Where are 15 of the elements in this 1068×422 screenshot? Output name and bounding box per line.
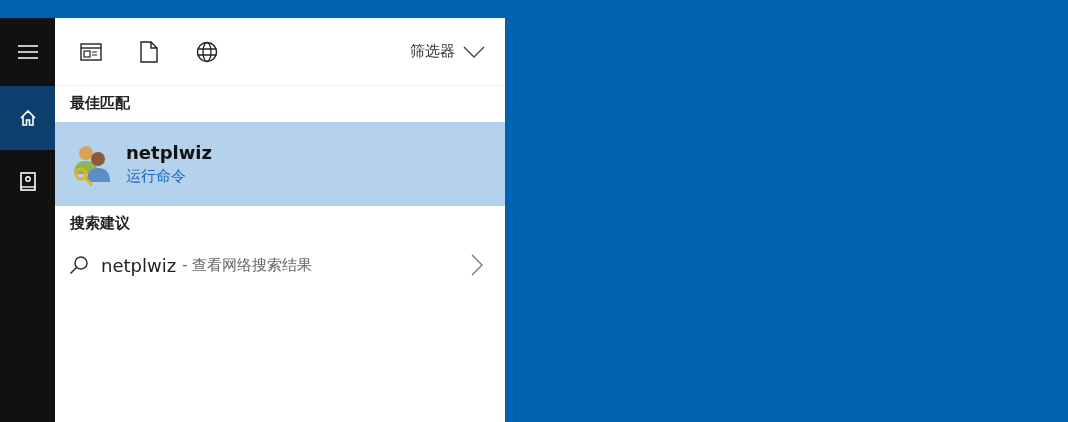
document-icon — [140, 40, 158, 63]
globe-icon — [196, 40, 218, 63]
home-icon — [18, 109, 37, 127]
best-match-item[interactable]: netplwiz 运行命令 — [55, 122, 505, 206]
section-heading: 最佳匹配 — [69, 93, 131, 114]
section-heading: 搜索建议 — [69, 213, 131, 234]
suggestion-item[interactable]: netplwiz - 查看网络搜索结果 — [55, 242, 505, 288]
chevron-down-icon — [463, 45, 485, 58]
home-button[interactable] — [0, 86, 55, 150]
window-icon — [80, 42, 102, 61]
notebook-icon — [19, 172, 36, 192]
search-icon — [69, 255, 89, 275]
filter-dropdown[interactable]: 筛选器 — [410, 42, 485, 61]
chevron-right-icon — [471, 254, 483, 276]
menu-icon — [17, 45, 38, 59]
